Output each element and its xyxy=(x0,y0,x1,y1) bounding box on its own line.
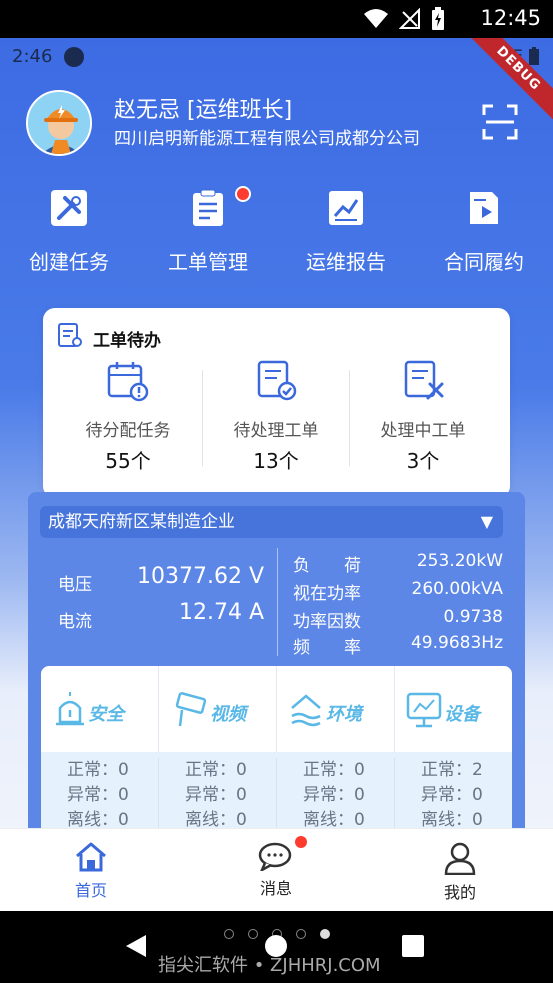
recent-apps-icon[interactable] xyxy=(402,935,424,957)
current-label: 电流 xyxy=(58,612,92,632)
user-organization: 四川启明新能源工程有限公司成都分公司 xyxy=(114,129,420,149)
stat-normal: 正常：0 xyxy=(303,760,365,780)
todo-list-icon xyxy=(58,323,82,347)
app-screen: 2:46 LTE DEBUG 赵无忌 [运维班长] 四川启明新能源工程有限公司成… xyxy=(0,38,553,911)
user-name: 赵无忌 [运维班长] xyxy=(114,98,293,123)
tab-home[interactable]: 首页 xyxy=(31,841,151,901)
environment-house-icon: 环境 xyxy=(290,694,365,727)
metric-label: 负 荷 xyxy=(293,556,361,576)
quick-action-label: 创建任务 xyxy=(29,250,109,274)
current-value: 12.74 A xyxy=(178,600,264,625)
todo-item-label: 处理中工单 xyxy=(380,421,466,441)
home-icon xyxy=(76,842,106,872)
voltage-value: 10377.62 V xyxy=(136,564,264,589)
page-dot-active xyxy=(320,929,330,939)
metric-value: 260.00kVA xyxy=(411,579,504,599)
todo-item-label: 待处理工单 xyxy=(233,421,319,441)
tab-messages[interactable]: 消息 xyxy=(216,841,336,899)
stat-abnormal: 异常：0 xyxy=(421,785,483,805)
page-dot xyxy=(296,929,306,939)
quick-action-contract[interactable]: 合同履约 xyxy=(424,188,544,275)
page-dot xyxy=(248,929,258,939)
todo-item-value: 13个 xyxy=(253,449,299,473)
todo-item-value: 3个 xyxy=(406,449,440,473)
stat-normal: 正常：2 xyxy=(421,760,483,780)
watermark: 指尖汇软件 • ZJHHRJ.COM xyxy=(158,955,381,976)
stat-abnormal: 异常：0 xyxy=(185,785,247,805)
category-equipment[interactable]: 设备 xyxy=(395,666,512,752)
category-label: 安全 xyxy=(88,704,127,725)
metric-label: 功率因数 xyxy=(293,612,361,632)
report-chart-icon xyxy=(329,191,363,225)
system-status-bar: 12:45 xyxy=(0,0,553,38)
metric-value: 253.20kW xyxy=(416,551,503,571)
tab-label: 首页 xyxy=(74,881,107,900)
system-clock: 12:45 xyxy=(480,6,541,30)
safety-alarm-icon: 安全 xyxy=(55,692,127,726)
status-app-icon xyxy=(64,46,85,67)
system-navigation-bar: 指尖汇软件 • ZJHHRJ.COM xyxy=(0,911,553,983)
document-tools-icon xyxy=(404,360,444,400)
calendar-alert-icon xyxy=(107,362,149,402)
quick-action-work-order[interactable]: 工单管理 xyxy=(148,188,268,275)
back-icon[interactable] xyxy=(124,933,148,959)
work-order-badge xyxy=(235,186,251,202)
messages-badge xyxy=(295,836,307,848)
stat-abnormal: 异常：0 xyxy=(303,785,365,805)
tools-icon xyxy=(51,190,87,226)
tab-label: 消息 xyxy=(259,879,292,898)
quick-action-label: 合同履约 xyxy=(444,250,524,274)
equipment-monitor-icon: 设备 xyxy=(406,692,483,728)
user-profile-icon xyxy=(444,842,476,875)
todo-title: 工单待办 xyxy=(93,331,161,351)
measure-divider xyxy=(277,548,278,656)
category-label: 设备 xyxy=(444,704,483,725)
tab-label: 我的 xyxy=(443,883,476,902)
quick-action-label: 运维报告 xyxy=(306,250,386,274)
quick-action-label: 工单管理 xyxy=(168,250,248,274)
category-label: 环境 xyxy=(326,704,365,725)
site-name: 成都天府新区某制造企业 xyxy=(48,512,235,532)
todo-item-in-progress[interactable]: 处理中工单 3个 xyxy=(348,358,498,474)
metric-value: 49.9683Hz xyxy=(410,633,503,653)
voltage-label: 电压 xyxy=(58,575,92,595)
site-selector[interactable]: 成都天府新区某制造企业 ▼ xyxy=(40,506,503,538)
todo-item-label: 待分配任务 xyxy=(85,421,171,441)
avatar[interactable] xyxy=(26,90,92,156)
quick-action-create-task[interactable]: 创建任务 xyxy=(9,188,129,275)
tab-profile[interactable]: 我的 xyxy=(400,841,520,903)
bottom-tab-bar: 首页 消息 我的 xyxy=(0,828,553,911)
chat-bubble-icon xyxy=(258,842,292,871)
category-environment[interactable]: 环境 xyxy=(277,666,395,752)
category-video[interactable]: 视频 xyxy=(159,666,277,752)
stat-normal: 正常：0 xyxy=(185,760,247,780)
wifi-icon xyxy=(364,9,388,28)
contract-video-icon xyxy=(470,192,498,224)
worker-avatar-icon xyxy=(28,92,90,154)
todo-card: 工单待办 待分配任务 55个 待处理工单 13个 处理中工单 3个 xyxy=(43,308,510,498)
todo-item-pending-process[interactable]: 待处理工单 13个 xyxy=(201,358,351,474)
battery-icon xyxy=(529,46,539,65)
quick-action-report[interactable]: 运维报告 xyxy=(286,188,406,275)
stat-normal: 正常：0 xyxy=(67,760,129,780)
category-label: 视频 xyxy=(210,704,250,725)
clipboard-icon xyxy=(193,189,223,226)
app-status-bar: 2:46 xyxy=(12,46,85,67)
system-status-icons xyxy=(363,7,445,31)
document-check-icon xyxy=(257,360,297,401)
scan-icon[interactable] xyxy=(482,104,518,140)
signal-icon xyxy=(399,8,420,29)
todo-item-value: 55个 xyxy=(105,449,151,473)
category-safety[interactable]: 安全 xyxy=(41,666,159,752)
stat-abnormal: 异常：0 xyxy=(67,785,129,805)
battery-charging-icon xyxy=(432,7,444,30)
metric-value: 0.9738 xyxy=(443,607,503,627)
app-status-time: 2:46 xyxy=(12,46,53,67)
todo-item-pending-assign[interactable]: 待分配任务 55个 xyxy=(53,358,203,474)
dropdown-arrow-icon: ▼ xyxy=(480,512,493,531)
metric-label: 频 率 xyxy=(293,638,361,658)
metric-label: 视在功率 xyxy=(293,584,361,604)
page-dot xyxy=(224,929,234,939)
video-camera-icon: 视频 xyxy=(175,692,250,727)
